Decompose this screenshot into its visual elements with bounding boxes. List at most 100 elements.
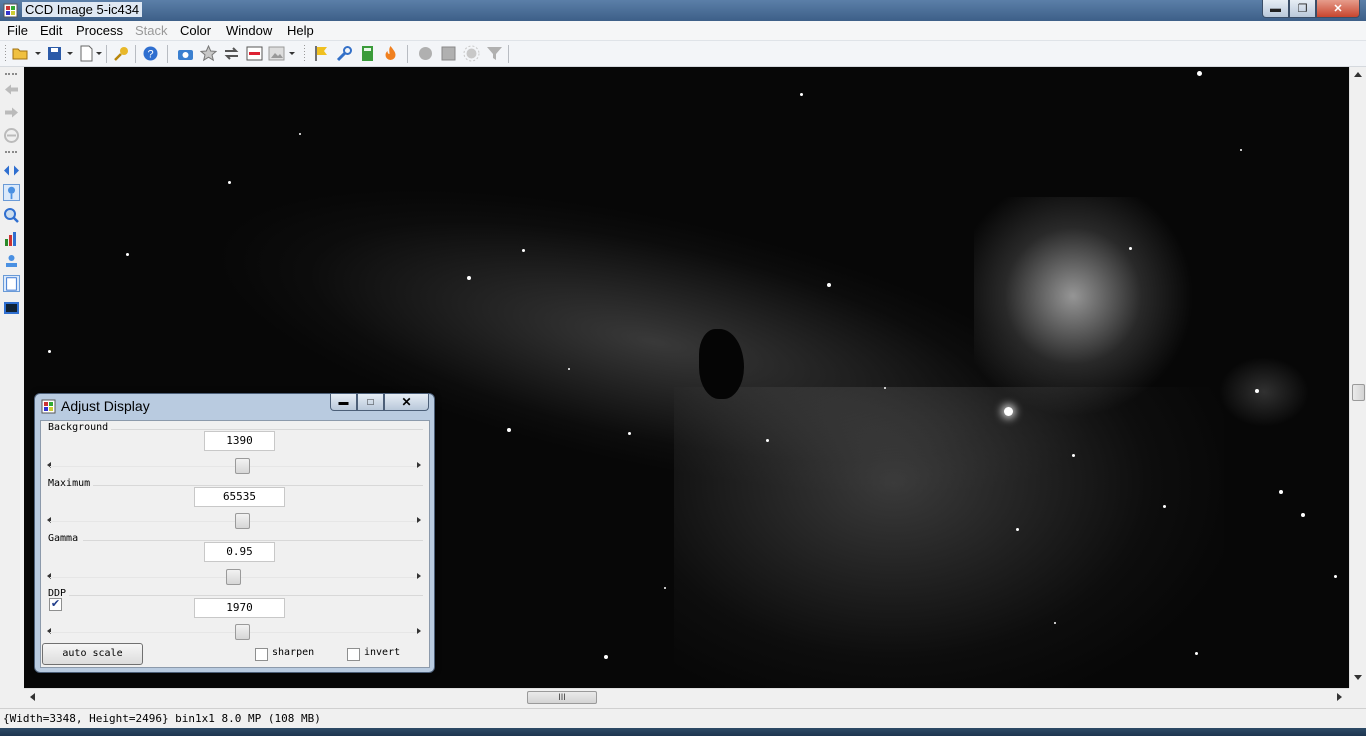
pan-icon[interactable] bbox=[3, 162, 20, 179]
key-icon[interactable] bbox=[113, 45, 130, 62]
forward-arrow-icon[interactable] bbox=[3, 104, 20, 121]
refresh-icon[interactable] bbox=[223, 45, 240, 62]
slider-left-icon[interactable] bbox=[47, 573, 51, 579]
image-dropdown-icon[interactable] bbox=[289, 52, 295, 55]
camera-icon[interactable] bbox=[177, 45, 194, 62]
save-dropdown-icon[interactable] bbox=[67, 52, 73, 55]
adjust-display-dialog: Adjust Display ▬ □ ✕ Background 1390 Max… bbox=[34, 393, 435, 673]
horizontal-scrollbar[interactable]: III bbox=[24, 688, 1349, 705]
star bbox=[628, 432, 631, 435]
sharpen-label: sharpen bbox=[272, 647, 315, 658]
slider-left-icon[interactable] bbox=[47, 517, 51, 523]
star bbox=[1195, 652, 1198, 655]
gamma-slider[interactable] bbox=[44, 569, 424, 585]
save-icon[interactable] bbox=[46, 45, 63, 62]
auto-scale-button[interactable]: auto scale bbox=[42, 643, 143, 665]
star bbox=[1279, 490, 1283, 494]
close-button[interactable]: ✕ bbox=[1316, 0, 1360, 18]
cancel-icon[interactable] bbox=[3, 127, 20, 144]
maximum-slider-thumb[interactable] bbox=[235, 513, 250, 529]
back-arrow-icon[interactable] bbox=[3, 81, 20, 98]
slider-right-icon[interactable] bbox=[417, 628, 421, 634]
slider-right-icon[interactable] bbox=[417, 462, 421, 468]
star bbox=[299, 133, 301, 135]
new-document-icon[interactable] bbox=[78, 45, 95, 62]
scroll-left-icon[interactable] bbox=[30, 693, 35, 701]
restore-button[interactable]: ❐ bbox=[1289, 0, 1316, 18]
star bbox=[1255, 389, 1259, 393]
menu-process[interactable]: Process bbox=[76, 23, 123, 38]
slider-left-icon[interactable] bbox=[47, 628, 51, 634]
menu-file[interactable]: File bbox=[7, 23, 28, 38]
histogram-icon[interactable] bbox=[3, 230, 20, 247]
maximum-input[interactable]: 65535 bbox=[194, 487, 285, 507]
slider-right-icon[interactable] bbox=[417, 573, 421, 579]
scroll-right-icon[interactable] bbox=[1337, 693, 1342, 701]
sharpen-checkbox[interactable] bbox=[255, 648, 268, 661]
ddp-input[interactable]: 1970 bbox=[194, 598, 285, 618]
image-icon[interactable] bbox=[268, 45, 285, 62]
minimize-button[interactable]: ▬ bbox=[1262, 0, 1289, 18]
background-input[interactable]: 1390 bbox=[204, 431, 275, 451]
star bbox=[568, 368, 570, 370]
maximum-slider[interactable] bbox=[44, 513, 424, 529]
wrench-icon[interactable] bbox=[336, 45, 353, 62]
gamma-slider-thumb[interactable] bbox=[226, 569, 241, 585]
star bbox=[522, 249, 525, 252]
clipboard-icon[interactable] bbox=[3, 275, 20, 292]
sun-icon[interactable] bbox=[463, 45, 480, 62]
star bbox=[800, 93, 803, 96]
star bbox=[467, 276, 471, 280]
flame-icon[interactable] bbox=[382, 45, 399, 62]
scroll-down-icon[interactable] bbox=[1354, 675, 1362, 680]
menu-window[interactable]: Window bbox=[226, 23, 272, 38]
funnel-icon[interactable] bbox=[486, 45, 503, 62]
vertical-scroll-thumb[interactable] bbox=[1352, 384, 1365, 401]
window-icon[interactable] bbox=[246, 45, 263, 62]
open-dropdown-icon[interactable] bbox=[35, 52, 41, 55]
stamp-icon[interactable] bbox=[3, 253, 20, 270]
menu-stack[interactable]: Stack bbox=[135, 23, 168, 38]
dialog-maximize-button[interactable]: □ bbox=[357, 394, 384, 411]
slider-left-icon[interactable] bbox=[47, 462, 51, 468]
dialog-title: Adjust Display bbox=[61, 398, 150, 414]
open-folder-icon[interactable] bbox=[12, 45, 29, 62]
star bbox=[1163, 505, 1166, 508]
gamma-input[interactable]: 0.95 bbox=[204, 542, 275, 562]
horizontal-scroll-thumb[interactable]: III bbox=[527, 691, 597, 704]
reflection-nebula bbox=[1219, 357, 1309, 427]
star-icon[interactable] bbox=[200, 45, 217, 62]
background-slider-thumb[interactable] bbox=[235, 458, 250, 474]
ddp-checkbox[interactable]: ✔ bbox=[49, 598, 62, 611]
svg-text:?: ? bbox=[147, 49, 153, 61]
calculator-icon[interactable] bbox=[359, 45, 376, 62]
nebula-glow bbox=[674, 387, 1224, 688]
dialog-body: Background 1390 Maximum 65535 Gamma 0.95 bbox=[40, 420, 430, 668]
menu-edit[interactable]: Edit bbox=[40, 23, 62, 38]
star bbox=[884, 387, 886, 389]
scroll-up-icon[interactable] bbox=[1354, 72, 1362, 77]
vertical-scrollbar[interactable] bbox=[1349, 67, 1366, 688]
image-view-icon[interactable] bbox=[3, 299, 20, 316]
window-title: CCD Image 5-ic434 bbox=[22, 2, 143, 17]
dialog-close-button[interactable]: ✕ bbox=[384, 394, 429, 411]
image-info-status: {Width=3348, Height=2496} bin1x1 8.0 MP … bbox=[3, 712, 321, 725]
slider-right-icon[interactable] bbox=[417, 517, 421, 523]
menu-help[interactable]: Help bbox=[287, 23, 314, 38]
square-icon[interactable] bbox=[440, 45, 457, 62]
star bbox=[766, 439, 769, 442]
ddp-slider-thumb[interactable] bbox=[235, 624, 250, 640]
new-dropdown-icon[interactable] bbox=[96, 52, 102, 55]
background-slider[interactable] bbox=[44, 458, 424, 474]
circle-icon[interactable] bbox=[417, 45, 434, 62]
star bbox=[1129, 247, 1132, 250]
ddp-slider[interactable] bbox=[44, 624, 424, 640]
dialog-minimize-button[interactable]: ▬ bbox=[330, 394, 357, 411]
pointer-icon[interactable] bbox=[3, 184, 20, 201]
invert-checkbox[interactable] bbox=[347, 648, 360, 661]
zoom-icon[interactable] bbox=[3, 207, 20, 224]
menu-color[interactable]: Color bbox=[180, 23, 211, 38]
help-icon[interactable]: ? bbox=[142, 45, 159, 62]
star bbox=[1240, 149, 1242, 151]
flag-icon[interactable] bbox=[313, 45, 330, 62]
